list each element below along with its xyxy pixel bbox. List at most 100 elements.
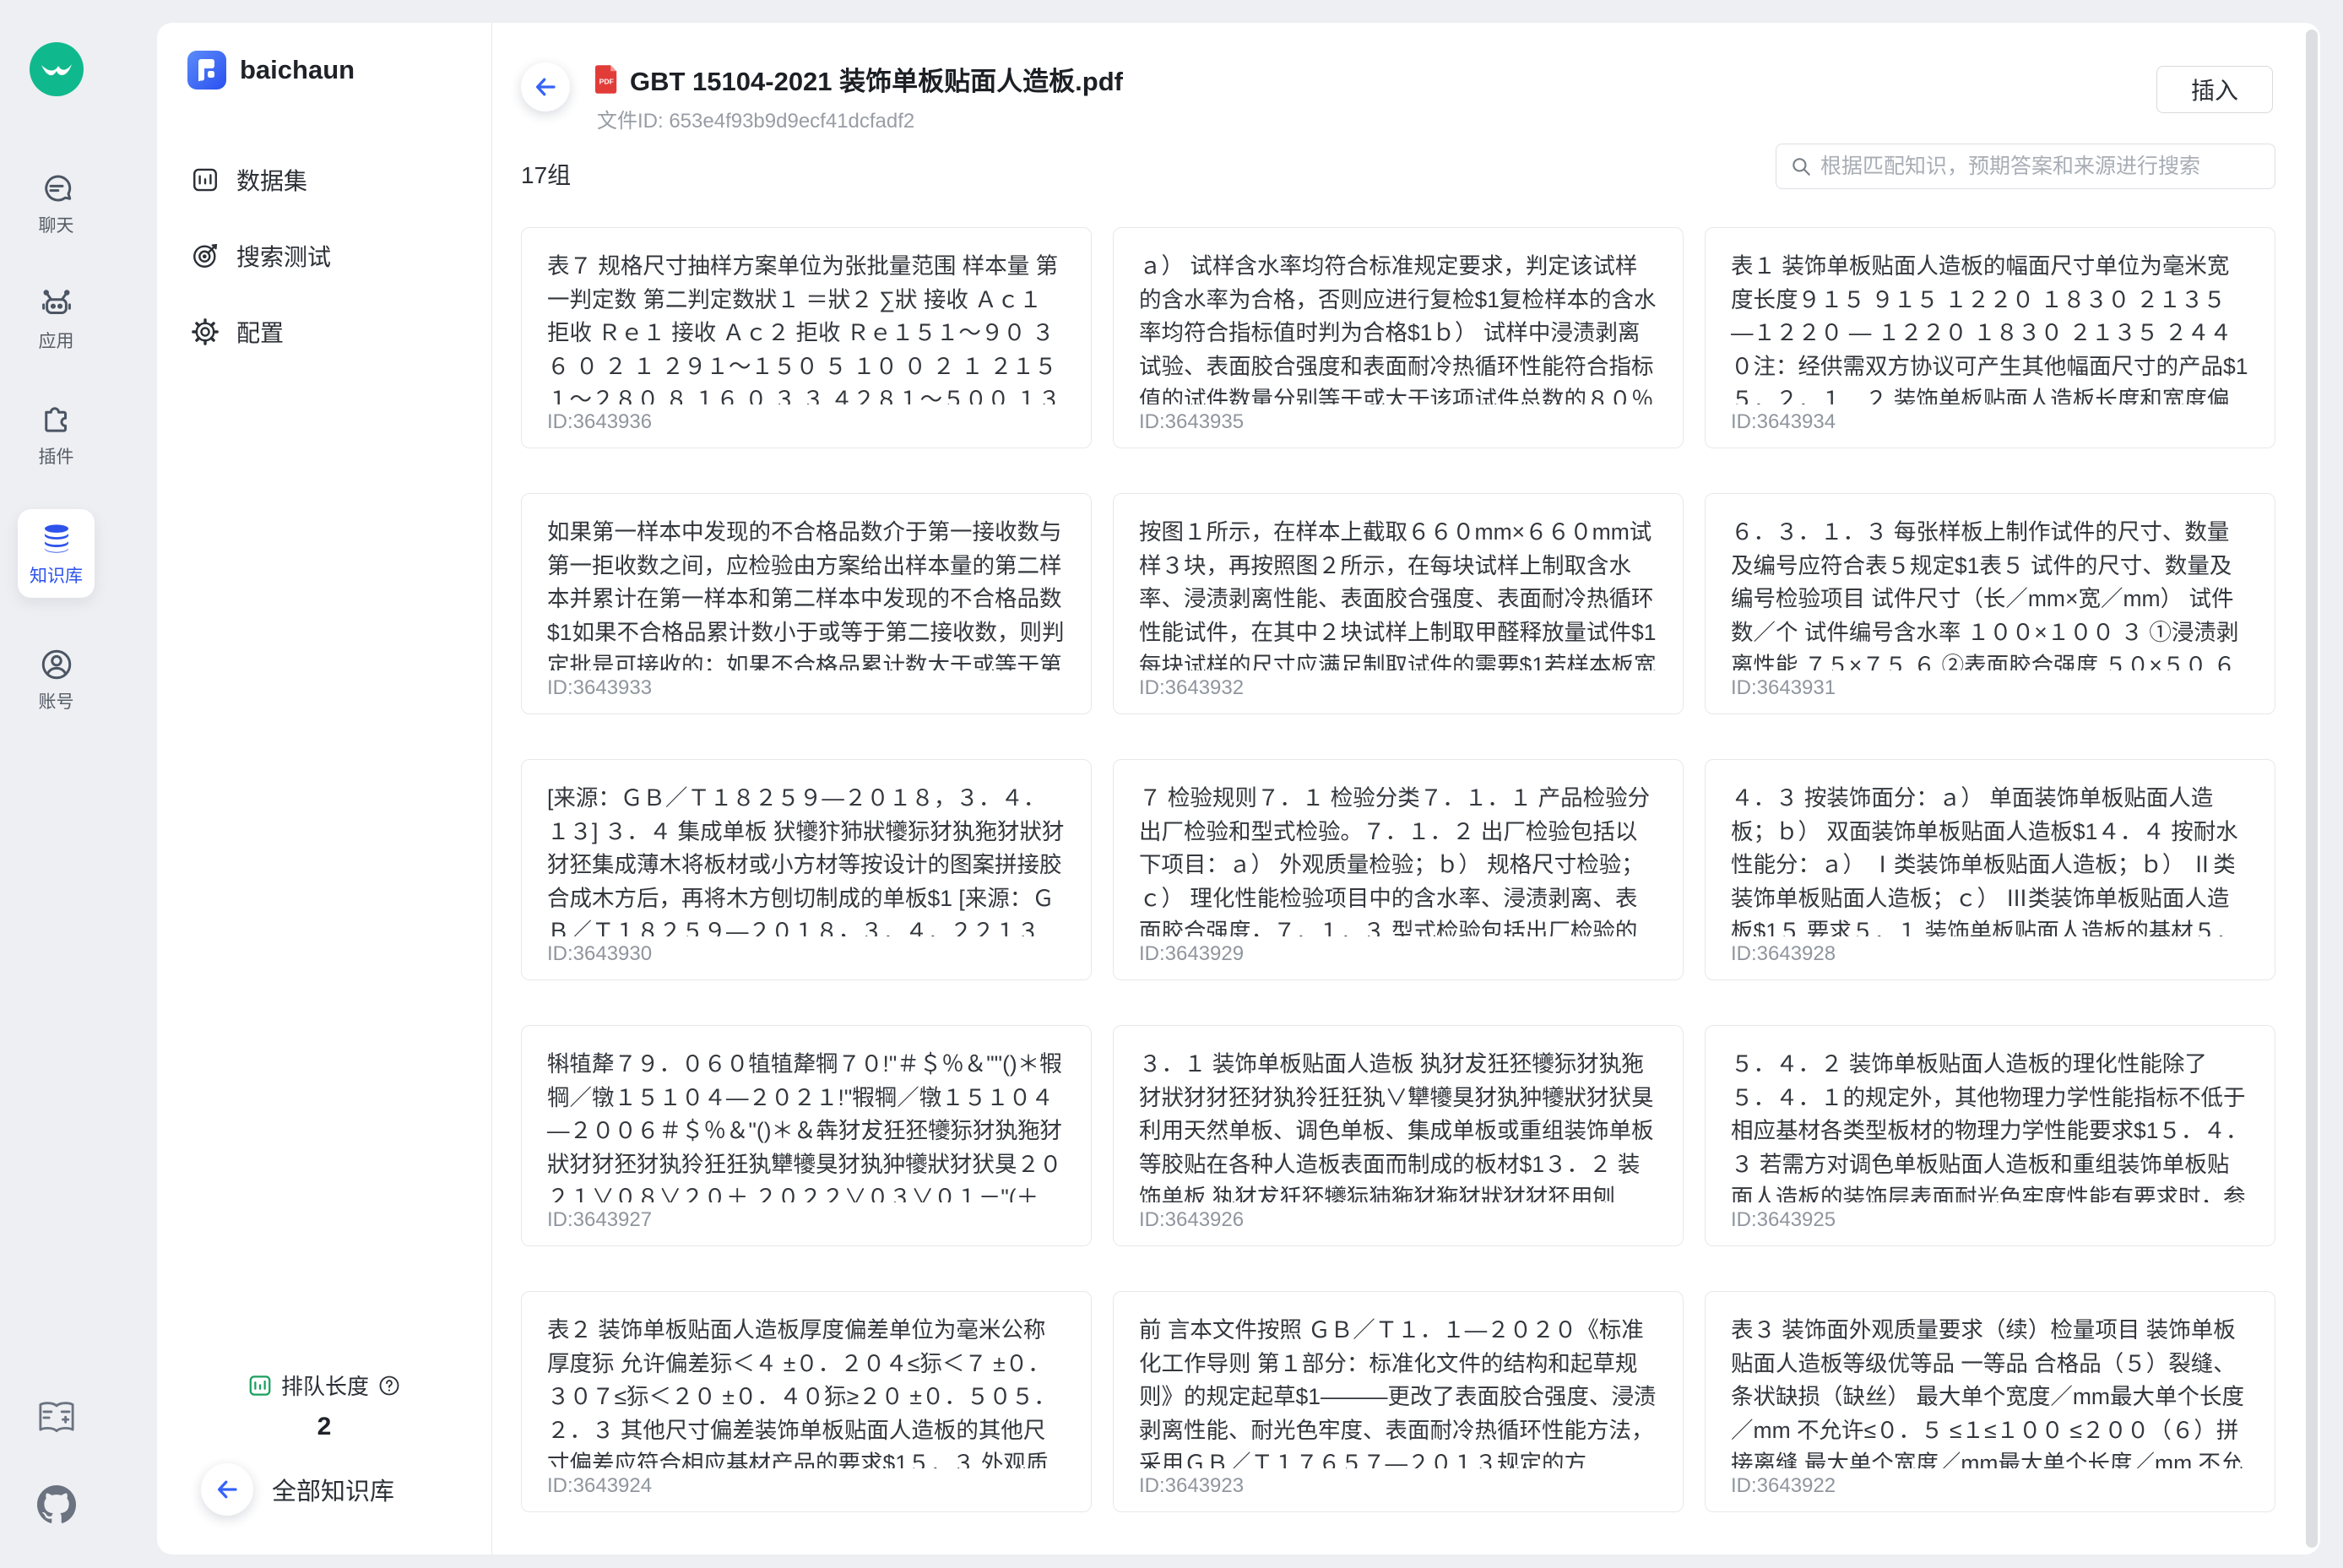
card-text: 犐犆犛７９．０６０犆犆犛犅７０!"＃＄％＆""()＊犌犅／犜１５１０４—２０２１…: [547, 1048, 1066, 1202]
card-id: ID:3643930: [547, 942, 652, 966]
sidebar-bottom: 排队长度 2 全部知识库: [157, 1370, 491, 1554]
knowledge-card[interactable]: 表２ 装饰单板贴面人造板厚度偏差单位为毫米公称厚度狋 允许偏差狋＜４ ±０．２０…: [521, 1291, 1092, 1512]
sidebar-item-search-test[interactable]: 搜索测试: [157, 218, 491, 294]
knowledge-card-grid: 表７ 规格尺寸抽样方案单位为张批量范围 样本量 第一判定数 第二判定数狀１ ＝狀…: [521, 227, 2275, 1512]
group-count: 17组: [521, 157, 571, 191]
app-window: baichaun 数据集 搜索测试: [157, 23, 2320, 1554]
chat-icon: [39, 171, 74, 206]
back-arrow-icon: [533, 74, 558, 100]
card-text: 按图１所示，在样本上截取６６０mm×６６０mm试样３块，再按照图２所示，在每块试…: [1139, 516, 1657, 670]
search-test-icon: [191, 241, 220, 270]
puzzle-icon: [39, 402, 74, 437]
document-title: GBT 15104-2021 装饰单板贴面人造板.pdf: [630, 60, 1123, 98]
card-text: [来源：ＧＢ／Ｔ１８２５９—２０１８，３．４．１３] ３．４ 集成单板 犾犪犿犻…: [547, 782, 1066, 936]
card-id: ID:3643933: [547, 676, 652, 700]
knowledge-card[interactable]: ４．３ 按装饰面分：ａ） 单面装饰单板贴面人造板；ｂ） 双面装饰单板贴面人造板$…: [1705, 759, 2275, 980]
queue-length-label: 排队长度: [281, 1370, 369, 1401]
rail-item-knowledge-base[interactable]: 知识库: [18, 509, 95, 598]
dataset-icon: [191, 165, 220, 194]
github-icon[interactable]: [37, 1485, 76, 1524]
pdf-file-icon: PDF: [595, 65, 619, 94]
search-box: [1776, 144, 2275, 189]
card-id: ID:3643931: [1731, 676, 1836, 700]
sidebar-item-label: 数据集: [236, 163, 307, 197]
card-text: 前 言本文件按照 ＧＢ／Ｔ１．１—２０２０《标准化工作导则 第１部分：标准化文件…: [1139, 1314, 1657, 1468]
knowledge-card[interactable]: 前 言本文件按照 ＧＢ／Ｔ１．１—２０２０《标准化工作导则 第１部分：标准化文件…: [1113, 1291, 1684, 1512]
knowledge-card[interactable]: [来源：ＧＢ／Ｔ１８２５９—２０１８，３．４．１３] ３．４ 集成单板 犾犪犿犻…: [521, 759, 1092, 980]
search-input[interactable]: [1820, 155, 2261, 179]
card-id: ID:3643928: [1731, 942, 1836, 966]
knowledge-card[interactable]: 如果第一样本中发现的不合格品数介于第一接收数与第一拒收数之间，应检验由方案给出样…: [521, 493, 1092, 714]
card-id: ID:3643936: [547, 410, 652, 434]
card-id: ID:3643923: [1139, 1474, 1244, 1498]
knowledge-card[interactable]: ６．３．１．３ 每张样板上制作试件的尺寸、数量及编号应符合表５规定$1表５ 试件…: [1705, 493, 2275, 714]
card-id: ID:3643927: [547, 1208, 652, 1232]
card-id: ID:3643934: [1731, 410, 1836, 434]
card-id: ID:3643932: [1139, 676, 1244, 700]
main-area: PDF GBT 15104-2021 装饰单板贴面人造板.pdf 文件ID: 6…: [492, 23, 2320, 1554]
rail-item-label: 插件: [39, 443, 74, 469]
card-text: 表３ 装饰面外观质量要求（续）检量项目 装饰单板贴面人造板等级优等品 一等品 合…: [1731, 1314, 2249, 1468]
card-id: ID:3643925: [1731, 1208, 1836, 1232]
card-id: ID:3643935: [1139, 410, 1244, 434]
card-text: ３．１ 装饰单板贴面人造板 犱犲犮狅狉犪狋犲犱狏犲狀犲犲狉犲犱狑狅狅犱∨犫犪狊犲…: [1139, 1048, 1657, 1202]
rail-item-label: 聊天: [39, 212, 74, 237]
card-text: ７ 检验规则７．１ 检验分类７．１．１ 产品检验分出厂检验和型式检验。７．１．２…: [1139, 782, 1657, 936]
rail-item-chat[interactable]: 聊天: [39, 171, 74, 237]
queue-length-value: 2: [157, 1413, 491, 1441]
card-id: ID:3643929: [1139, 942, 1244, 966]
knowledge-card[interactable]: 按图１所示，在样本上截取６６０mm×６６０mm试样３块，再按照图２所示，在每块试…: [1113, 493, 1684, 714]
back-arrow-icon: [201, 1463, 253, 1516]
svg-text:PDF: PDF: [599, 77, 614, 85]
queue-length: 排队长度: [157, 1370, 491, 1401]
card-id: ID:3643924: [547, 1474, 652, 1498]
search-icon: [1790, 155, 1812, 177]
vertical-scrollbar[interactable]: [2306, 30, 2318, 1548]
card-text: 表２ 装饰单板贴面人造板厚度偏差单位为毫米公称厚度狋 允许偏差狋＜４ ±０．２０…: [547, 1314, 1066, 1468]
card-text: 如果第一样本中发现的不合格品数介于第一接收数与第一拒收数之间，应检验由方案给出样…: [547, 516, 1066, 670]
card-id: ID:3643922: [1731, 1474, 1836, 1498]
brand: baichaun: [187, 51, 491, 90]
insert-button[interactable]: 插入: [2156, 66, 2273, 113]
brand-logo-icon: [187, 51, 226, 90]
gear-icon: [191, 317, 220, 346]
teal-swoosh-logo: [30, 42, 84, 96]
sidebar-item-dataset[interactable]: 数据集: [157, 142, 491, 218]
docs-book-icon[interactable]: [37, 1401, 76, 1435]
all-knowledge-bases-label: 全部知识库: [272, 1472, 394, 1507]
rail-item-label: 应用: [39, 328, 74, 353]
brand-name: baichaun: [240, 55, 355, 85]
app-rail: 聊天 应用 插件 知识库 账号: [0, 0, 112, 1568]
knowledge-card[interactable]: 表１ 装饰单板贴面人造板的幅面尺寸单位为毫米宽度长度９１５ ９１５ １２２０ １…: [1705, 227, 2275, 448]
knowledge-card[interactable]: ７ 检验规则７．１ 检验分类７．１．１ 产品检验分出厂检验和型式检验。７．１．２…: [1113, 759, 1684, 980]
rail-item-apps[interactable]: 应用: [39, 286, 74, 353]
sidebar-item-label: 搜索测试: [236, 239, 331, 273]
rail-item-plugins[interactable]: 插件: [39, 402, 74, 469]
robot-icon: [39, 286, 74, 322]
knowledge-card[interactable]: 犐犆犛７９．０６０犆犆犛犅７０!"＃＄％＆""()＊犌犅／犜１５１０４—２０２１…: [521, 1025, 1092, 1246]
database-icon: [39, 521, 74, 556]
sidebar-item-label: 配置: [236, 315, 284, 349]
knowledge-card[interactable]: ５．４．２ 装饰单板贴面人造板的理化性能除了５．４．１的规定外，其他物理力学性能…: [1705, 1025, 2275, 1246]
card-text: 表７ 规格尺寸抽样方案单位为张批量范围 样本量 第一判定数 第二判定数狀１ ＝狀…: [547, 250, 1066, 404]
knowledge-card[interactable]: 表７ 规格尺寸抽样方案单位为张批量范围 样本量 第一判定数 第二判定数狀１ ＝狀…: [521, 227, 1092, 448]
card-id: ID:3643926: [1139, 1208, 1244, 1232]
rail-item-label: 知识库: [30, 562, 83, 588]
card-text: ４．３ 按装饰面分：ａ） 单面装饰单板贴面人造板；ｂ） 双面装饰单板贴面人造板$…: [1731, 782, 2249, 936]
card-text: 表１ 装饰单板贴面人造板的幅面尺寸单位为毫米宽度长度９１５ ９１５ １２２０ １…: [1731, 250, 2249, 404]
file-id: 文件ID: 653e4f93b9d9ecf41dcfadf2: [597, 104, 914, 133]
knowledge-card[interactable]: ａ） 试样含水率均符合标准规定要求，判定该试样的含水率为合格，否则应进行复检$1…: [1113, 227, 1684, 448]
document-header: PDF GBT 15104-2021 装饰单板贴面人造板.pdf: [595, 60, 1123, 98]
all-knowledge-bases-link[interactable]: 全部知识库: [157, 1463, 491, 1516]
knowledge-card[interactable]: ３．１ 装饰单板贴面人造板 犱犲犮狅狉犪狋犲犱狏犲狀犲犲狉犲犱狑狅狅犱∨犫犪狊犲…: [1113, 1025, 1684, 1246]
back-button[interactable]: [521, 62, 570, 111]
sidebar-item-config[interactable]: 配置: [157, 294, 491, 370]
sidebar: baichaun 数据集 搜索测试: [157, 23, 492, 1554]
card-text: ａ） 试样含水率均符合标准规定要求，判定该试样的含水率为合格，否则应进行复检$1…: [1139, 250, 1657, 404]
queue-chart-icon: [247, 1373, 273, 1398]
sidebar-menu: 数据集 搜索测试: [157, 142, 491, 370]
card-text: ５．４．２ 装饰单板贴面人造板的理化性能除了５．４．１的规定外，其他物理力学性能…: [1731, 1048, 2249, 1202]
help-icon[interactable]: [377, 1374, 401, 1397]
rail-item-account[interactable]: 账号: [39, 647, 74, 713]
knowledge-card[interactable]: 表３ 装饰面外观质量要求（续）检量项目 装饰单板贴面人造板等级优等品 一等品 合…: [1705, 1291, 2275, 1512]
